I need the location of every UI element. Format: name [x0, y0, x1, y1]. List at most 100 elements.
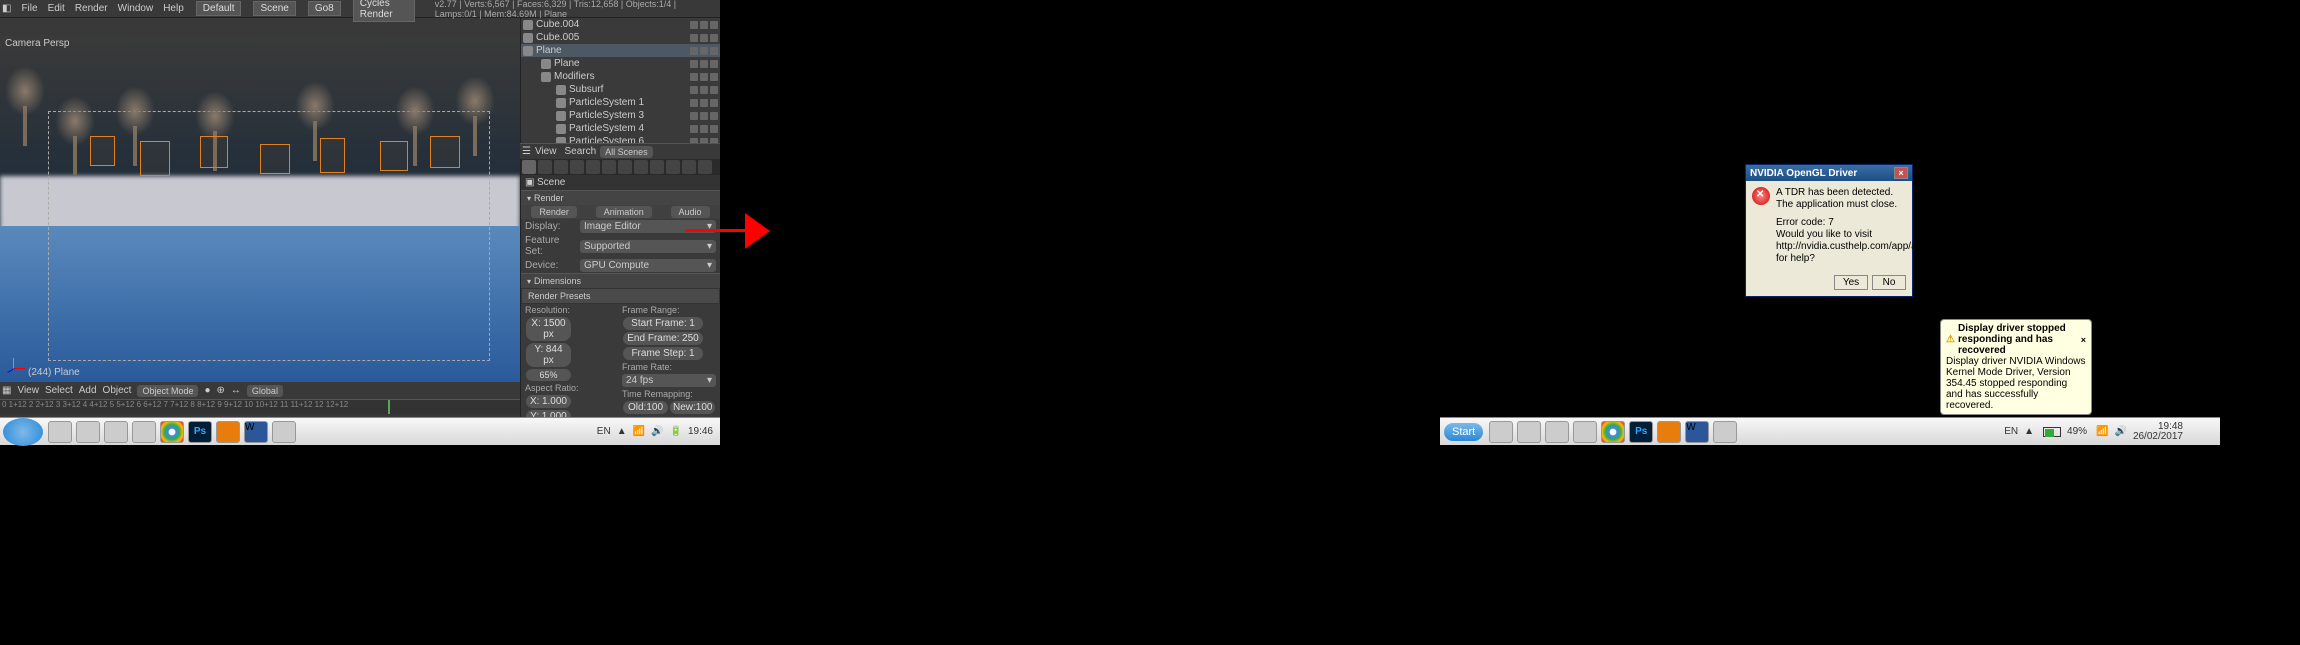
frame-step-field[interactable]: Frame Step: 1 [623, 347, 703, 360]
tray-expand-icon[interactable]: ▲ [2024, 426, 2034, 437]
select-icon[interactable] [700, 125, 708, 133]
select-icon[interactable] [700, 73, 708, 81]
shading-icon[interactable]: ● [204, 385, 210, 396]
outliner-item[interactable]: Plane [521, 57, 720, 70]
render-icon[interactable] [710, 73, 718, 81]
word-icon[interactable]: W [1685, 421, 1709, 443]
menu-render[interactable]: Render [75, 3, 108, 14]
material-tab-icon[interactable] [650, 160, 664, 174]
render-icon[interactable] [710, 60, 718, 68]
ol-menu-view[interactable]: View [535, 146, 557, 157]
scene-tab-icon[interactable] [554, 160, 568, 174]
old-field[interactable]: Old:100 [623, 401, 668, 414]
network-icon[interactable]: 📶 [2096, 426, 2108, 437]
world-tab-icon[interactable] [570, 160, 584, 174]
animation-button[interactable]: Animation [596, 206, 652, 218]
render-button[interactable]: Render [531, 206, 577, 218]
orientation-selector[interactable]: Global [247, 385, 283, 397]
scene-icon[interactable]: ▣ [525, 177, 534, 188]
select-icon[interactable] [700, 86, 708, 94]
select-icon[interactable] [700, 34, 708, 42]
select-icon[interactable] [700, 60, 708, 68]
mode-selector[interactable]: Object Mode [137, 385, 198, 397]
volume-icon[interactable]: 🔊 [651, 426, 663, 437]
clock[interactable]: 19:46 [688, 426, 713, 437]
outliner-item[interactable]: Modifiers [521, 70, 720, 83]
word-icon[interactable]: W [244, 421, 268, 443]
explorer-icon[interactable] [1489, 421, 1513, 443]
device-dropdown[interactable]: GPU Compute▾ [580, 259, 716, 272]
visibility-icon[interactable] [690, 125, 698, 133]
res-x-input[interactable]: X: 1500 px [526, 317, 571, 341]
viewlayer-selector[interactable]: Go8 [308, 1, 341, 16]
physics-tab-icon[interactable] [698, 160, 712, 174]
select-icon[interactable] [700, 21, 708, 29]
outliner-item[interactable]: ParticleSystem 4 [521, 122, 720, 135]
outliner-icon[interactable]: ☰ [522, 146, 531, 157]
yes-button[interactable]: Yes [1834, 275, 1868, 290]
blender-taskbar-icon[interactable] [1657, 421, 1681, 443]
playhead[interactable] [388, 400, 390, 414]
volume-icon[interactable]: 🔊 [2114, 426, 2126, 437]
outliner[interactable]: Cube.004Cube.005PlanePlaneModifiersSubsu… [520, 18, 720, 143]
dimensions-header[interactable]: Dimensions [521, 274, 720, 288]
ol-filter[interactable]: All Scenes [600, 146, 653, 158]
vp-menu-add[interactable]: Add [79, 385, 97, 396]
outliner-item[interactable]: Cube.004 [521, 18, 720, 31]
constraints-tab-icon[interactable] [602, 160, 616, 174]
visibility-icon[interactable] [690, 86, 698, 94]
chrome-icon[interactable] [1601, 421, 1625, 443]
featureset-dropdown[interactable]: Supported▾ [580, 240, 716, 253]
visibility-icon[interactable] [690, 60, 698, 68]
visibility-icon[interactable] [690, 99, 698, 107]
ie-icon[interactable] [1517, 421, 1541, 443]
menu-file[interactable]: File [21, 3, 37, 14]
start-frame-field[interactable]: Start Frame: 1 [623, 317, 703, 330]
no-button[interactable]: No [1872, 275, 1906, 290]
outliner-item[interactable]: ParticleSystem 3 [521, 109, 720, 122]
network-icon[interactable]: 📶 [633, 426, 645, 437]
app-icon[interactable] [132, 421, 156, 443]
end-frame-field[interactable]: End Frame: 250 [623, 332, 703, 345]
render-icon[interactable] [710, 86, 718, 94]
render-tab-icon[interactable] [522, 160, 536, 174]
manipulator-icon[interactable]: ↔ [231, 385, 241, 396]
outliner-item[interactable]: Subsurf [521, 83, 720, 96]
timeline-ruler[interactable]: 0 1+12 2 2+12 3 3+12 4 4+12 5 5+12 6 6+1… [0, 400, 520, 414]
vp-menu-object[interactable]: Object [103, 385, 132, 396]
audio-button[interactable]: Audio [671, 206, 710, 218]
lang-indicator[interactable]: EN [2004, 426, 2018, 437]
render-icon[interactable] [710, 47, 718, 55]
render-icon[interactable] [710, 21, 718, 29]
app-icon[interactable] [272, 421, 296, 443]
app-icon[interactable] [1713, 421, 1737, 443]
explorer-icon[interactable] [48, 421, 72, 443]
object-tab-icon[interactable] [586, 160, 600, 174]
app-icon[interactable] [1573, 421, 1597, 443]
menu-edit[interactable]: Edit [48, 3, 65, 14]
editor-type-icon[interactable]: ▦ [2, 385, 11, 396]
battery-indicator[interactable]: 49% [2040, 426, 2090, 437]
texture-tab-icon[interactable] [666, 160, 680, 174]
select-icon[interactable] [700, 112, 708, 120]
layout-selector[interactable]: Default [196, 1, 242, 16]
outliner-item[interactable]: ParticleSystem 1 [521, 96, 720, 109]
res-pct-input[interactable]: 65% [526, 369, 571, 381]
new-field[interactable]: New:100 [670, 401, 715, 414]
scene-selector[interactable]: Scene [253, 1, 295, 16]
vp-menu-view[interactable]: View [17, 385, 39, 396]
lang-indicator[interactable]: EN [597, 426, 611, 437]
visibility-icon[interactable] [690, 112, 698, 120]
3d-viewport[interactable]: Camera Persp (244) Plane [0, 36, 520, 381]
balloon-close-icon[interactable]: × [2081, 335, 2086, 345]
start-button[interactable] [3, 418, 43, 446]
framerate-dropdown[interactable]: 24 fps▾ [622, 374, 716, 387]
render-icon[interactable] [710, 125, 718, 133]
outliner-item[interactable]: ParticleSystem 6 [521, 135, 720, 143]
app-icon[interactable] [104, 421, 128, 443]
ie-icon[interactable] [76, 421, 100, 443]
render-icon[interactable] [710, 112, 718, 120]
chrome-icon[interactable] [160, 421, 184, 443]
photoshop-icon[interactable]: Ps [188, 421, 212, 443]
battery-icon[interactable]: 🔋 [670, 426, 682, 437]
